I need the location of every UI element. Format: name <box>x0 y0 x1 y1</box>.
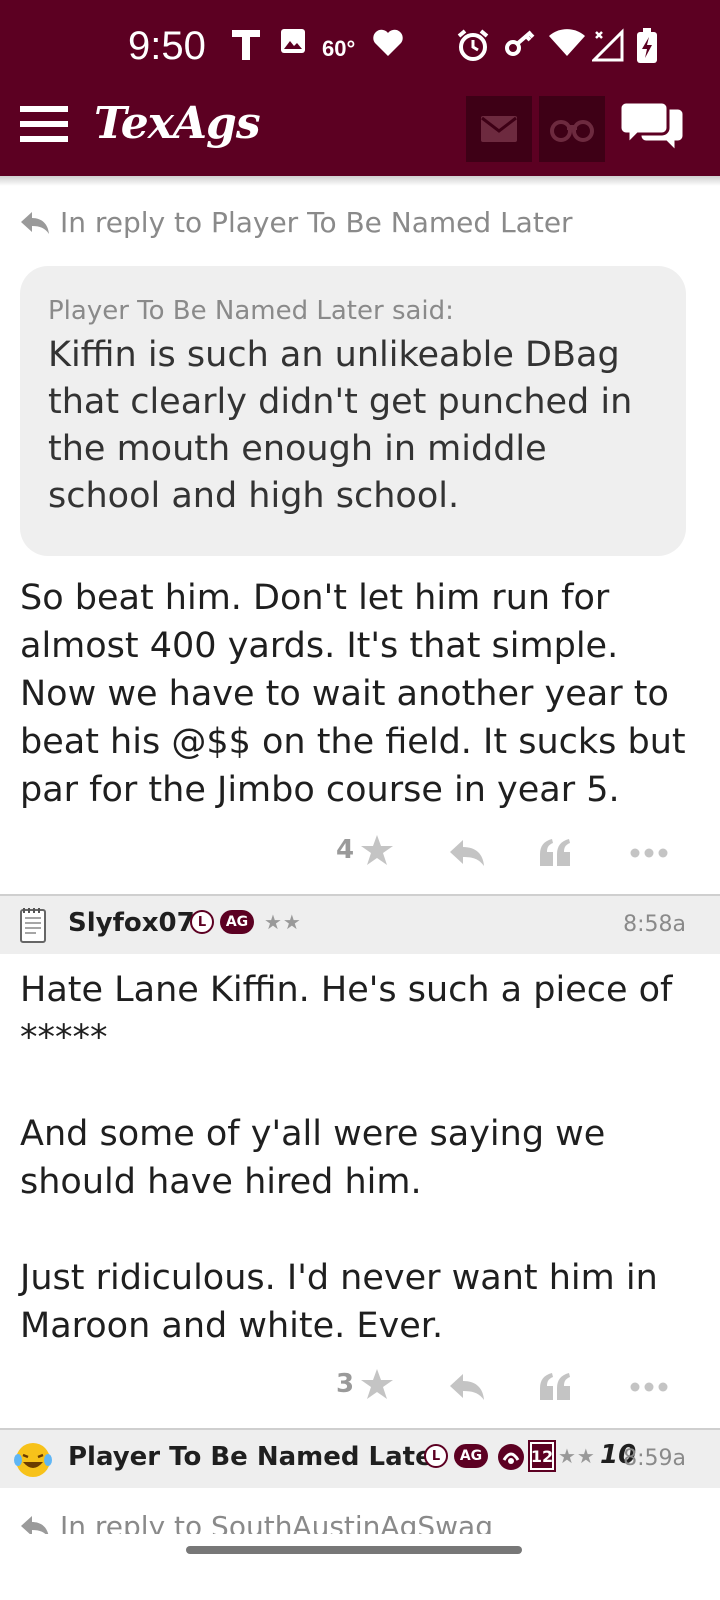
quote-button[interactable] <box>530 1362 580 1412</box>
seal-badge-icon <box>496 1442 526 1476</box>
badge-ag: AG <box>454 1444 488 1468</box>
reply-link[interactable]: In reply to Player To Be Named Later <box>20 206 573 239</box>
badge-ag: AG <box>220 910 254 934</box>
star-count: 4 <box>336 835 355 865</box>
mail-icon[interactable] <box>466 96 532 162</box>
more-icon <box>630 848 668 858</box>
post-time: 8:59a <box>623 1446 686 1471</box>
alarm-icon <box>456 28 490 62</box>
star-icon <box>361 835 394 865</box>
quote-icon <box>540 1373 570 1400</box>
quote-block: Player To Be Named Later said: Kiffin is… <box>20 266 686 556</box>
rank-stars: ★★ <box>264 910 302 934</box>
username[interactable]: Slyfox07 <box>68 908 195 938</box>
battery-charging-icon <box>636 28 658 64</box>
star-count-button[interactable]: 3 <box>336 1368 394 1400</box>
quote-button[interactable] <box>530 828 580 878</box>
laughing-emoji-avatar-icon <box>14 1443 52 1477</box>
binoculars-icon[interactable] <box>539 96 605 162</box>
post-header: Player To Be Named Later L AG 12 ★★ 10 8… <box>0 1430 720 1488</box>
home-gesture-bar[interactable] <box>186 1546 522 1554</box>
post-header: Slyfox07 L AG ★★ 8:58a <box>0 896 720 954</box>
wifi-icon <box>548 28 586 58</box>
star-icon <box>361 1369 394 1399</box>
status-time: 9:50 <box>128 24 206 68</box>
post-actions: 4 <box>0 828 720 878</box>
app-bar: TexAgs <box>0 96 720 176</box>
reply-to-text: In reply to Player To Be Named Later <box>60 206 573 239</box>
reply-button[interactable] <box>442 828 492 878</box>
post-time: 8:58a <box>623 912 686 937</box>
heart-icon <box>372 28 404 58</box>
rank-stars: ★★ <box>558 1444 596 1468</box>
reply-button[interactable] <box>442 1362 492 1412</box>
star-count: 3 <box>336 1369 355 1399</box>
avatar[interactable] <box>12 1440 54 1478</box>
reply-icon <box>450 840 484 866</box>
post-actions: 3 <box>0 1362 720 1412</box>
reply-arrow-icon <box>21 211 49 234</box>
status-bar: 9:50 60° <box>0 0 720 96</box>
username[interactable]: Player To Be Named Later <box>68 1442 446 1472</box>
badge-l: L <box>190 910 214 934</box>
image-icon <box>280 28 306 54</box>
texags-logo[interactable]: TexAgs <box>94 98 261 149</box>
app-bar-shadow <box>0 176 720 186</box>
signal-icon <box>592 28 624 62</box>
reply-icon <box>450 1374 484 1400</box>
post-body: Hate Lane Kiffin. He's such a piece of *… <box>20 970 673 1346</box>
quote-icon <box>540 839 570 866</box>
avatar[interactable] <box>18 906 48 944</box>
more-options-button[interactable] <box>624 1362 674 1412</box>
chat-icon[interactable] <box>618 100 686 156</box>
navigation-bar <box>0 1534 720 1600</box>
notepad-avatar-icon <box>20 908 46 943</box>
star-count-button[interactable]: 4 <box>336 834 394 866</box>
key-icon <box>504 28 536 58</box>
quote-author: Player To Be Named Later said: <box>48 296 454 326</box>
badge-l: L <box>424 1444 448 1468</box>
menu-icon[interactable] <box>20 106 70 146</box>
quote-text: Kiffin is such an unlikeable DBag that c… <box>48 335 633 516</box>
temperature: 60° <box>322 36 356 61</box>
more-icon <box>630 1382 668 1392</box>
badge-12: 12 <box>528 1440 556 1472</box>
more-options-button[interactable] <box>624 828 674 878</box>
post-body: So beat him. Don't let him run for almos… <box>20 578 697 810</box>
t-mobile-icon <box>232 28 260 62</box>
